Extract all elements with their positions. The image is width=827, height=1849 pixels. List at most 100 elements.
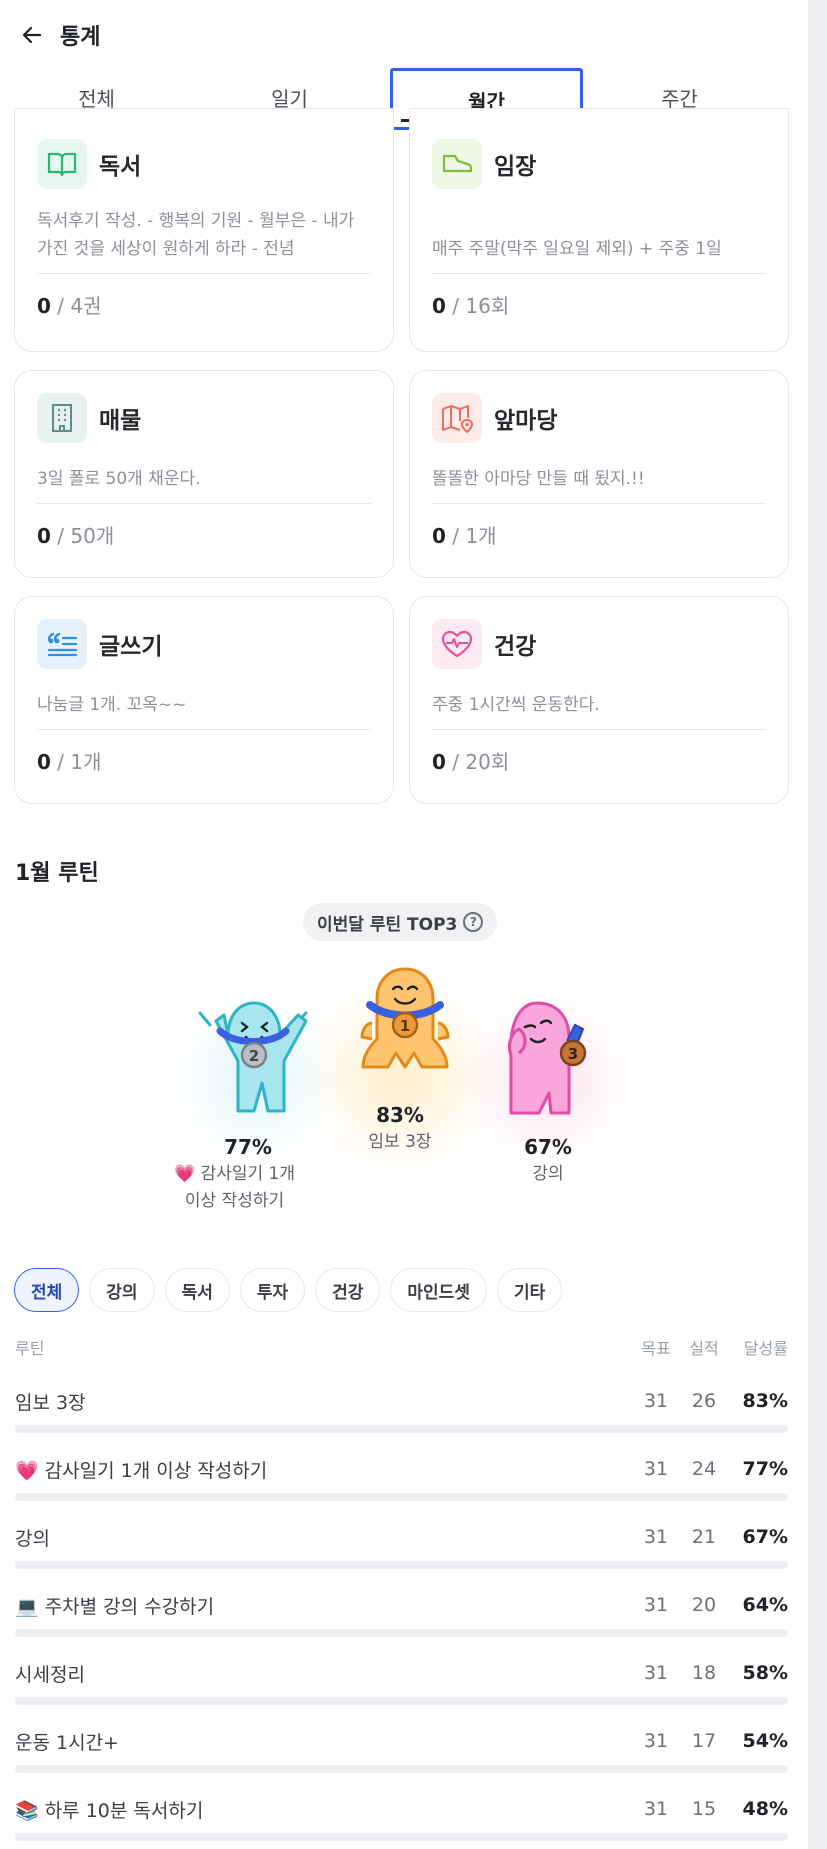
routine-table: 루틴 목표 실적 달성률 임보 3장 31 26 83% 💗 감사일기 1개 이상 작성… bbox=[15, 1333, 788, 1841]
routine-goal: 31 bbox=[643, 1662, 669, 1684]
goal-current: 0 bbox=[37, 294, 51, 318]
routine-rate: 77% bbox=[742, 1458, 788, 1480]
goal-progress: 0 / 1개 bbox=[37, 746, 371, 775]
rank-1-character-icon: 1 bbox=[350, 963, 460, 1088]
goal-progress: 0 / 16회 bbox=[432, 290, 766, 319]
top3-podium: 2 1 3 77% 💗 감사일기 1개 이상 작성하기 83% 임보 3장 67… bbox=[170, 955, 630, 1225]
table-row[interactable]: 임보 3장 31 26 83% bbox=[15, 1381, 788, 1449]
goal-target: / 1개 bbox=[445, 524, 497, 548]
routine-done: 24 bbox=[691, 1458, 717, 1480]
goal-name: 건강 bbox=[494, 634, 537, 660]
goal-description: 똘똘한 아마당 만들 때 됬지.!! bbox=[432, 469, 645, 489]
progress-bar bbox=[15, 1561, 788, 1569]
quote-icon bbox=[37, 619, 87, 669]
routine-done: 21 bbox=[691, 1526, 717, 1548]
divider bbox=[432, 273, 766, 274]
table-row[interactable]: 강의 31 21 67% bbox=[15, 1517, 788, 1585]
routine-done: 17 bbox=[691, 1730, 717, 1752]
goal-card-listings[interactable]: 매물 3일 폴로 50개 채운다. 0 / 50개 bbox=[14, 370, 394, 578]
help-icon[interactable]: ? bbox=[463, 912, 484, 932]
progress-bar-fill bbox=[15, 1697, 464, 1705]
routine-name: 📚 하루 10분 독서하기 bbox=[15, 1799, 204, 1822]
routine-rate: 54% bbox=[742, 1730, 788, 1752]
top3-label: 이번달 루틴 TOP3 bbox=[317, 914, 458, 935]
building-icon bbox=[37, 393, 87, 443]
progress-bar bbox=[15, 1765, 788, 1773]
filter-chip-invest[interactable]: 투자 bbox=[239, 1268, 306, 1312]
progress-bar bbox=[15, 1629, 788, 1637]
rank-2-character-icon: 2 bbox=[190, 995, 315, 1120]
svg-text:1: 1 bbox=[400, 1017, 410, 1035]
table-row[interactable]: 시세정리 31 18 58% bbox=[15, 1653, 788, 1721]
page-title: 통계 bbox=[60, 25, 101, 50]
filter-chip-all[interactable]: 전체 bbox=[14, 1268, 80, 1312]
filter-chip-lecture[interactable]: 강의 bbox=[89, 1268, 155, 1312]
progress-bar bbox=[15, 1493, 788, 1501]
header-goal: 목표 bbox=[641, 1339, 671, 1358]
goal-card-field-visit[interactable]: 임장 매주 주말(막주 일요일 제외) + 주중 1일 0 / 16회 bbox=[409, 108, 789, 352]
goal-description: 매주 주말(막주 일요일 제외) + 주중 1일 bbox=[432, 239, 722, 259]
routine-category-filters: 전체 강의 독서 투자 건강 마인드셋 기타 bbox=[14, 1268, 563, 1312]
goal-card-reading[interactable]: 독서 독서후기 작성. - 행복의 기원 - 월부은 - 내가 가진 것을 세상… bbox=[14, 108, 394, 352]
heart-pulse-icon bbox=[432, 619, 482, 669]
progress-bar bbox=[15, 1697, 788, 1705]
goal-card-health[interactable]: 건강 주중 1시간씩 운동한다. 0 / 20회 bbox=[409, 596, 789, 804]
goal-card-writing[interactable]: 글쓰기 나눔글 1개. 꼬옥~~ 0 / 1개 bbox=[14, 596, 394, 804]
goal-card-front-yard[interactable]: 앞마당 똘똘한 아마당 만들 때 됬지.!! 0 / 1개 bbox=[409, 370, 789, 578]
goal-description: 독서후기 작성. - 행복의 기원 - 월부은 - 내가 가진 것을 세상이 원… bbox=[37, 211, 355, 259]
table-row[interactable]: 운동 1시간+ 31 17 54% bbox=[15, 1721, 788, 1789]
progress-bar-fill bbox=[15, 1561, 533, 1569]
shoe-icon bbox=[432, 139, 482, 189]
routine-rate: 67% bbox=[742, 1526, 788, 1548]
divider bbox=[432, 503, 766, 504]
filter-chip-reading[interactable]: 독서 bbox=[164, 1268, 230, 1312]
progress-bar bbox=[15, 1833, 788, 1841]
back-arrow-icon[interactable] bbox=[18, 21, 46, 49]
scrollbar[interactable] bbox=[808, 0, 827, 1849]
top3-pill[interactable]: 이번달 루틴 TOP3 ? bbox=[303, 903, 498, 941]
goal-progress: 0 / 20회 bbox=[432, 746, 766, 775]
table-header: 루틴 목표 실적 달성률 bbox=[15, 1333, 788, 1361]
table-row[interactable]: 📚 하루 10분 독서하기 31 15 48% bbox=[15, 1789, 788, 1849]
routine-goal: 31 bbox=[643, 1390, 669, 1412]
filter-chip-mindset[interactable]: 마인드셋 bbox=[390, 1268, 487, 1312]
routine-goal: 31 bbox=[643, 1526, 669, 1548]
header-done: 실적 bbox=[689, 1339, 719, 1358]
goal-current: 0 bbox=[432, 294, 446, 318]
progress-bar-fill bbox=[15, 1425, 657, 1433]
divider bbox=[37, 503, 371, 504]
header-routine: 루틴 bbox=[15, 1339, 45, 1358]
book-icon bbox=[37, 139, 87, 189]
goal-progress: 0 / 4권 bbox=[37, 290, 371, 319]
goal-current: 0 bbox=[37, 750, 51, 774]
routine-done: 18 bbox=[691, 1662, 717, 1684]
routine-name: 💗 감사일기 1개 이상 작성하기 bbox=[15, 1459, 268, 1482]
routine-rate: 64% bbox=[742, 1594, 788, 1616]
routine-done: 20 bbox=[691, 1594, 717, 1616]
top-bar: 통계 bbox=[0, 0, 808, 70]
goal-target: / 50개 bbox=[50, 524, 115, 548]
goal-progress: 0 / 50개 bbox=[37, 520, 371, 549]
routine-rate: 48% bbox=[742, 1798, 788, 1820]
routine-name: 강의 bbox=[15, 1527, 50, 1550]
routine-goal: 31 bbox=[643, 1458, 669, 1480]
rank-3-label: 강의 bbox=[532, 1164, 564, 1184]
filter-chip-health[interactable]: 건강 bbox=[315, 1268, 381, 1312]
goal-description: 3일 폴로 50개 채운다. bbox=[37, 469, 201, 489]
goal-name: 글쓰기 bbox=[99, 634, 163, 660]
divider bbox=[37, 729, 371, 730]
svg-text:2: 2 bbox=[249, 1047, 259, 1065]
map-pin-icon bbox=[432, 393, 482, 443]
routine-done: 15 bbox=[691, 1798, 717, 1820]
routine-goal: 31 bbox=[643, 1798, 669, 1820]
table-row[interactable]: 💗 감사일기 1개 이상 작성하기 31 24 77% bbox=[15, 1449, 788, 1517]
progress-bar-fill bbox=[15, 1493, 611, 1501]
progress-bar bbox=[15, 1425, 788, 1433]
divider bbox=[432, 729, 766, 730]
filter-chip-etc[interactable]: 기타 bbox=[496, 1268, 563, 1312]
routine-rate: 58% bbox=[742, 1662, 788, 1684]
table-row[interactable]: 💻 주차별 강의 수강하기 31 20 64% bbox=[15, 1585, 788, 1653]
goal-name: 매물 bbox=[99, 408, 142, 434]
goal-current: 0 bbox=[432, 524, 446, 548]
goal-current: 0 bbox=[432, 750, 446, 774]
